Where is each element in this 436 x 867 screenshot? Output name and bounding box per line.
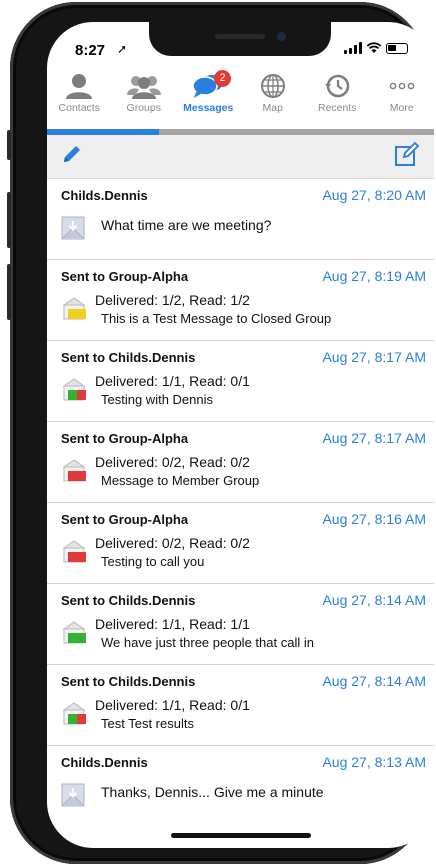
message-text: Testing with Dennis xyxy=(101,392,213,407)
delivery-status: Delivered: 1/1, Read: 0/1 xyxy=(95,373,250,389)
delivery-status: Delivered: 0/2, Read: 0/2 xyxy=(95,454,250,470)
message-text: Thanks, Dennis... Give me a minute xyxy=(101,784,324,800)
message-row[interactable]: Sent to Childs.Dennis Aug 27, 8:14 AM De… xyxy=(47,665,434,746)
message-row[interactable]: Sent to Childs.Dennis Aug 27, 8:17 AM De… xyxy=(47,341,434,422)
message-text: We have just three people that call in xyxy=(101,635,314,650)
globe-icon xyxy=(241,72,306,100)
compose-icon[interactable] xyxy=(394,141,420,173)
message-recipient: Sent to Childs.Dennis xyxy=(61,674,196,689)
tab-map[interactable]: Map xyxy=(241,72,306,122)
sent-envelope-red-icon xyxy=(61,540,87,564)
message-timestamp: Aug 27, 8:20 AM xyxy=(322,187,426,203)
status-time: 8:27 xyxy=(75,42,106,59)
received-envelope-icon xyxy=(61,216,87,240)
message-sender: Childs.Dennis xyxy=(61,755,148,770)
tab-label: More xyxy=(389,102,414,114)
message-timestamp: Aug 27, 8:17 AM xyxy=(322,349,426,365)
tab-groups[interactable]: Groups xyxy=(112,72,177,122)
phone-frame: 8:27 ➚ Contacts Groups 2 Messages Map Re… xyxy=(7,2,434,864)
ellipsis-icon xyxy=(370,72,435,100)
battery-icon xyxy=(386,42,408,54)
tab-label: Contacts xyxy=(58,102,100,114)
message-text: What time are we meeting? xyxy=(101,217,272,233)
tab-recents[interactable]: Recents xyxy=(305,72,370,122)
tab-label: Messages xyxy=(183,102,234,114)
message-text: Test Test results xyxy=(101,716,194,731)
message-recipient: Sent to Group-Alpha xyxy=(61,269,189,284)
delivery-status: Delivered: 1/2, Read: 1/2 xyxy=(95,292,250,308)
sent-envelope-red-icon xyxy=(61,459,87,483)
unread-badge: 2 xyxy=(214,70,231,87)
screen: 8:27 ➚ Contacts Groups 2 Messages Map Re… xyxy=(47,22,434,848)
message-text: This is a Test Message to Closed Group xyxy=(101,311,332,326)
sent-envelope-partial-icon xyxy=(61,702,87,726)
person-icon xyxy=(47,72,112,100)
message-row[interactable]: Sent to Group-Alpha Aug 27, 8:16 AM Deli… xyxy=(47,503,434,584)
action-bar xyxy=(47,135,434,179)
sent-envelope-partial-icon xyxy=(61,378,87,402)
message-timestamp: Aug 27, 8:16 AM xyxy=(322,511,426,527)
tab-bar: Contacts Groups 2 Messages Map Recents M… xyxy=(47,70,435,122)
tab-messages[interactable]: 2 Messages xyxy=(176,70,241,122)
message-row[interactable]: Childs.Dennis Aug 27, 8:13 AM Thanks, De… xyxy=(47,746,434,827)
tab-contacts[interactable]: Contacts xyxy=(47,72,112,122)
history-icon xyxy=(305,72,370,100)
message-text: Testing to call you xyxy=(101,554,205,569)
location-arrow-icon: ➚ xyxy=(117,42,128,56)
message-timestamp: Aug 27, 8:14 AM xyxy=(322,673,426,689)
home-indicator[interactable] xyxy=(171,833,311,838)
message-recipient: Sent to Childs.Dennis xyxy=(61,350,196,365)
message-list: Childs.Dennis Aug 27, 8:20 AM What time … xyxy=(47,179,434,827)
message-timestamp: Aug 27, 8:13 AM xyxy=(322,754,426,770)
wifi-icon xyxy=(366,42,382,53)
delivery-status: Delivered: 1/1, Read: 1/1 xyxy=(95,616,250,632)
tab-more[interactable]: More xyxy=(370,72,435,122)
mute-switch xyxy=(7,130,11,160)
message-row[interactable]: Sent to Group-Alpha Aug 27, 8:19 AM Deli… xyxy=(47,260,434,341)
message-text: Message to Member Group xyxy=(101,473,260,488)
message-recipient: Sent to Group-Alpha xyxy=(61,431,189,446)
message-recipient: Sent to Group-Alpha xyxy=(61,512,189,527)
received-envelope-icon xyxy=(61,783,87,807)
tab-label: Recents xyxy=(317,102,357,114)
group-icon xyxy=(112,72,177,100)
message-row[interactable]: Sent to Group-Alpha Aug 27, 8:17 AM Deli… xyxy=(47,422,434,503)
volume-up-button xyxy=(7,192,11,248)
cellular-signal-icon xyxy=(344,42,362,54)
status-bar: 8:27 ➚ xyxy=(47,22,434,70)
sent-envelope-yellow-icon xyxy=(61,297,87,321)
tab-label: Groups xyxy=(126,102,161,114)
tab-label: Map xyxy=(262,102,283,114)
message-recipient: Sent to Childs.Dennis xyxy=(61,593,196,608)
volume-down-button xyxy=(7,264,11,320)
message-timestamp: Aug 27, 8:14 AM xyxy=(322,592,426,608)
sent-envelope-green-icon xyxy=(61,621,87,645)
delivery-status: Delivered: 1/1, Read: 0/1 xyxy=(95,697,250,713)
message-sender: Childs.Dennis xyxy=(61,188,148,203)
message-row[interactable]: Sent to Childs.Dennis Aug 27, 8:14 AM De… xyxy=(47,584,434,665)
message-row[interactable]: Childs.Dennis Aug 27, 8:20 AM What time … xyxy=(47,179,434,260)
delivery-status: Delivered: 0/2, Read: 0/2 xyxy=(95,535,250,551)
edit-pencil-icon[interactable] xyxy=(61,143,83,170)
message-timestamp: Aug 27, 8:19 AM xyxy=(322,268,426,284)
message-timestamp: Aug 27, 8:17 AM xyxy=(322,430,426,446)
